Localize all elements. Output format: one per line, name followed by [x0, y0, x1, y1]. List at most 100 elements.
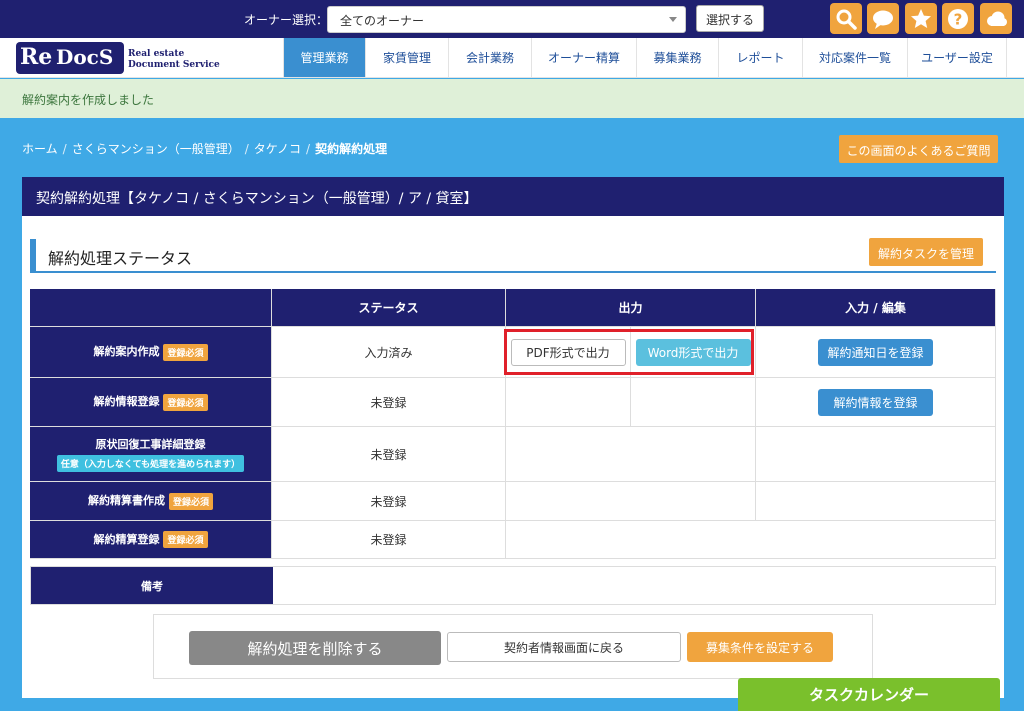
- header-cell-empty: [30, 289, 272, 326]
- favorite-button[interactable]: [905, 3, 937, 34]
- panel-title: 契約解約処理【タケノコ / さくらマンション（一般管理）/ ア / 貸室】: [22, 177, 1004, 216]
- table-header-row: ステータス 出力 入力 / 編集: [30, 289, 996, 327]
- row-label-cell: 原状回復工事詳細登録 任意（入力しなくても処理を進められます）: [30, 427, 272, 481]
- header-cell-output: 出力: [506, 289, 756, 326]
- row-label-cell: 解約精算登録 登録必須: [30, 521, 272, 558]
- owner-select[interactable]: 全てのオーナー: [327, 6, 686, 33]
- logo-tagline-1: Real estate: [128, 49, 185, 59]
- breadcrumb-property[interactable]: さくらマンション（一般管理）: [72, 142, 240, 156]
- cloud-button[interactable]: [980, 3, 1012, 34]
- status-text: 未登録: [370, 447, 407, 462]
- header-cell-edit: 入力 / 編集: [756, 289, 996, 326]
- row-label-cell: 解約精算書作成 登録必須: [30, 482, 272, 520]
- row-label-text: 解約精算登録: [93, 532, 160, 546]
- row-label-cell: 解約情報登録 登録必須: [30, 378, 272, 426]
- status-cell: 入力済み: [272, 327, 506, 377]
- notes-row: 備考: [30, 566, 996, 605]
- faq-button[interactable]: この画面のよくあるご質問: [839, 135, 998, 163]
- row-label-text: 解約精算書作成: [87, 494, 165, 508]
- output-cell: [506, 521, 996, 558]
- nav-item-report[interactable]: レポート: [718, 38, 802, 77]
- breadcrumb-separator: /: [62, 142, 67, 156]
- flash-message: 解約案内を作成しました: [0, 79, 1024, 118]
- row-label-text: 原状回復工事詳細登録: [95, 438, 206, 451]
- chat-button[interactable]: [867, 3, 899, 34]
- logo-tagline-2: Document Service: [128, 60, 220, 70]
- nav-item-owner-settlement[interactable]: オーナー精算: [531, 38, 636, 77]
- required-badge: 登録必須: [168, 492, 213, 510]
- help-icon: ?: [948, 9, 968, 29]
- edit-cell: 解約情報を登録: [756, 378, 996, 426]
- breadcrumb: ホーム / さくらマンション（一般管理） / タケノコ / 契約解約処理: [22, 140, 387, 157]
- row-label-text: 解約案内作成: [93, 345, 160, 359]
- star-icon: [911, 9, 931, 28]
- output-cell-word: Word形式で出力: [631, 327, 756, 377]
- row-label: 解約案内作成 登録必須: [93, 343, 208, 361]
- output-cell-pdf: PDF形式で出力: [506, 327, 631, 377]
- search-button[interactable]: [830, 3, 862, 34]
- nav-item-management[interactable]: 管理業務: [283, 38, 365, 77]
- owner-select-label: オーナー選択：: [244, 13, 329, 27]
- row-label-text: 解約情報登録: [93, 395, 160, 409]
- nav-item-cases[interactable]: 対応案件一覧: [802, 38, 907, 77]
- optional-badge: 任意（入力しなくても処理を進められます）: [56, 455, 245, 472]
- task-calendar-tab[interactable]: タスクカレンダー: [738, 678, 1000, 711]
- table-row: 原状回復工事詳細登録 任意（入力しなくても処理を進められます） 未登録: [30, 427, 996, 482]
- breadcrumb-separator: /: [306, 142, 311, 156]
- required-badge: 登録必須: [163, 531, 208, 549]
- section-header: 解約処理ステータス: [30, 239, 996, 273]
- table-row: 解約精算登録 登録必須 未登録: [30, 521, 996, 559]
- cloud-icon: [987, 11, 1007, 26]
- required-badge: 登録必須: [163, 343, 208, 361]
- owner-select-value: 全てのオーナー: [340, 14, 425, 28]
- word-export-button[interactable]: Word形式で出力: [635, 338, 751, 366]
- status-text: 未登録: [370, 395, 407, 410]
- status-cell: 未登録: [272, 521, 506, 558]
- output-cell-pdf: [506, 378, 631, 426]
- header-cell-status: ステータス: [272, 289, 506, 326]
- main-nav: 管理業務 家賃管理 会計業務 オーナー精算 募集業務 レポート 対応案件一覧 ユ…: [283, 38, 1007, 77]
- section-title: 解約処理ステータス: [48, 249, 193, 268]
- output-cell-word: [631, 378, 756, 426]
- register-notice-date-button[interactable]: 解約通知日を登録: [818, 338, 933, 366]
- required-badge: 登録必須: [163, 393, 208, 411]
- delete-termination-button[interactable]: 解約処理を削除する: [189, 631, 441, 665]
- manage-tasks-button[interactable]: 解約タスクを管理: [869, 238, 983, 266]
- main-panel: 契約解約処理【タケノコ / さくらマンション（一般管理）/ ア / 貸室】 解約…: [22, 177, 1004, 698]
- status-text: 未登録: [370, 494, 407, 509]
- logo-docs: DocS: [56, 45, 114, 69]
- edit-cell: [756, 427, 996, 481]
- output-cell: [506, 427, 756, 481]
- main-header: Re DocS Real estate Document Service 管理業…: [0, 38, 1024, 78]
- nav-item-rent[interactable]: 家賃管理: [365, 38, 448, 77]
- top-bar: オーナー選択： 全てのオーナー 選択する ?: [0, 0, 1024, 38]
- action-bar: 解約処理を削除する 契約者情報画面に戻る 募集条件を設定する: [153, 614, 873, 679]
- breadcrumb-tenant[interactable]: タケノコ: [254, 142, 301, 156]
- table-row: 解約精算書作成 登録必須 未登録: [30, 482, 996, 521]
- output-cell: [506, 482, 756, 520]
- status-cell: 未登録: [272, 427, 506, 481]
- search-icon: [836, 9, 857, 30]
- chevron-down-icon: [669, 17, 677, 22]
- help-button[interactable]: ?: [942, 3, 974, 34]
- nav-item-recruitment[interactable]: 募集業務: [636, 38, 718, 77]
- register-termination-info-button[interactable]: 解約情報を登録: [818, 388, 933, 416]
- status-cell: 未登録: [272, 378, 506, 426]
- owner-select-button[interactable]: 選択する: [696, 5, 764, 32]
- status-text: 未登録: [370, 533, 407, 547]
- set-recruitment-conditions-button[interactable]: 募集条件を設定する: [687, 632, 833, 662]
- pdf-export-button[interactable]: PDF形式で出力: [510, 338, 626, 366]
- row-label-cell: 解約案内作成 登録必須: [30, 327, 272, 377]
- nav-item-user-settings[interactable]: ユーザー設定: [907, 38, 1007, 77]
- back-to-contractor-button[interactable]: 契約者情報画面に戻る: [447, 632, 681, 662]
- breadcrumb-current: 契約解約処理: [315, 142, 388, 156]
- status-cell: 未登録: [272, 482, 506, 520]
- nav-item-accounting[interactable]: 会計業務: [448, 38, 531, 77]
- breadcrumb-home[interactable]: ホーム: [22, 142, 58, 156]
- notes-label: 備考: [31, 567, 273, 604]
- edit-cell: 解約通知日を登録: [756, 327, 996, 377]
- row-label: 解約精算登録 登録必須: [93, 531, 208, 549]
- row-label: 解約精算書作成 登録必須: [88, 492, 213, 510]
- row-label: 解約情報登録 登録必須: [93, 393, 208, 411]
- svg-text:?: ?: [954, 11, 963, 29]
